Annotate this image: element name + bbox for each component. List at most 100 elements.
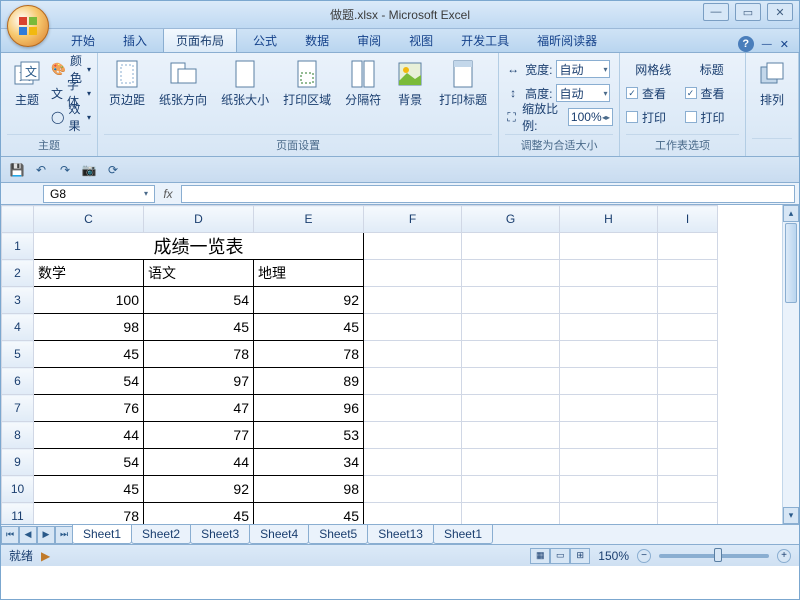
cell[interactable]: 78: [144, 341, 254, 368]
scroll-up-button[interactable]: ▴: [783, 205, 799, 222]
height-combo[interactable]: 自动▾: [556, 84, 610, 102]
row-header[interactable]: 7: [2, 395, 34, 422]
tab-home[interactable]: 开始: [59, 28, 107, 52]
cell[interactable]: 97: [144, 368, 254, 395]
tab-nav-prev[interactable]: ◀: [19, 526, 37, 544]
tab-review[interactable]: 审阅: [345, 28, 393, 52]
sheet-tab[interactable]: Sheet1: [72, 525, 132, 544]
sheet-tab[interactable]: Sheet2: [131, 525, 191, 544]
cell[interactable]: 78: [34, 503, 144, 525]
cell[interactable]: 45: [144, 503, 254, 525]
cell[interactable]: 45: [254, 503, 364, 525]
cell[interactable]: 44: [144, 449, 254, 476]
tab-nav-last[interactable]: ⏭: [55, 526, 73, 544]
name-box[interactable]: G8▾: [43, 185, 155, 203]
width-combo[interactable]: 自动▾: [556, 60, 610, 78]
close-button[interactable]: ✕: [767, 3, 793, 21]
col-header[interactable]: C: [34, 206, 144, 233]
tab-nav-next[interactable]: ▶: [37, 526, 55, 544]
cell[interactable]: 45: [254, 314, 364, 341]
vertical-scrollbar[interactable]: ▴ ▾: [782, 205, 799, 524]
scale-spinner[interactable]: 100%◂▸: [568, 108, 613, 126]
cell[interactable]: 98: [34, 314, 144, 341]
cell[interactable]: 34: [254, 449, 364, 476]
cell[interactable]: 45: [144, 314, 254, 341]
print-area-button[interactable]: 打印区域: [278, 56, 336, 111]
breaks-button[interactable]: 分隔符: [340, 56, 386, 111]
cell[interactable]: 47: [144, 395, 254, 422]
zoom-level[interactable]: 150%: [598, 549, 629, 563]
cell[interactable]: 89: [254, 368, 364, 395]
sheet-tab[interactable]: Sheet13: [367, 525, 434, 544]
cell[interactable]: 77: [144, 422, 254, 449]
cell[interactable]: 54: [34, 449, 144, 476]
col-header[interactable]: I: [658, 206, 718, 233]
tab-insert[interactable]: 插入: [111, 28, 159, 52]
spreadsheet-grid[interactable]: CDEFGHI1成绩一览表2数学语文地理31005492498454554578…: [1, 205, 799, 524]
print-titles-button[interactable]: 打印标题: [434, 56, 492, 111]
tab-foxit[interactable]: 福昕阅读器: [525, 28, 609, 52]
cell[interactable]: 100: [34, 287, 144, 314]
gridlines-view-check[interactable]: ✓查看: [626, 82, 681, 104]
tab-formulas[interactable]: 公式: [241, 28, 289, 52]
headings-print-check[interactable]: 打印: [685, 106, 740, 128]
tab-view[interactable]: 视图: [397, 28, 445, 52]
cell[interactable]: 53: [254, 422, 364, 449]
cell[interactable]: 92: [144, 476, 254, 503]
cell[interactable]: 96: [254, 395, 364, 422]
maximize-button[interactable]: ▭: [735, 3, 761, 21]
refresh-icon[interactable]: ⟳: [105, 162, 121, 178]
undo-icon[interactable]: ↶: [33, 162, 49, 178]
cell[interactable]: 45: [34, 476, 144, 503]
cell[interactable]: 成绩一览表: [34, 233, 364, 260]
sheet-tab[interactable]: Sheet1: [433, 525, 493, 544]
zoom-in-button[interactable]: +: [777, 549, 791, 563]
gridlines-print-check[interactable]: 打印: [626, 106, 681, 128]
margins-button[interactable]: 页边距: [104, 56, 150, 111]
cell[interactable]: 地理: [254, 260, 364, 287]
zoom-thumb[interactable]: [714, 548, 722, 562]
zoom-out-button[interactable]: −: [637, 549, 651, 563]
cell[interactable]: 98: [254, 476, 364, 503]
select-all-cell[interactable]: [2, 206, 34, 233]
col-header[interactable]: F: [364, 206, 462, 233]
scroll-down-button[interactable]: ▾: [783, 507, 799, 524]
redo-icon[interactable]: ↷: [57, 162, 73, 178]
arrange-button[interactable]: 排列: [752, 56, 792, 111]
page-break-view-button[interactable]: ⊞: [570, 548, 590, 564]
cell[interactable]: 语文: [144, 260, 254, 287]
row-header[interactable]: 8: [2, 422, 34, 449]
size-button[interactable]: 纸张大小: [216, 56, 274, 111]
row-header[interactable]: 1: [2, 233, 34, 260]
tab-developer[interactable]: 开发工具: [449, 28, 521, 52]
row-header[interactable]: 4: [2, 314, 34, 341]
scroll-thumb[interactable]: [785, 223, 797, 303]
save-icon[interactable]: 💾: [9, 162, 25, 178]
office-button[interactable]: [7, 5, 49, 47]
col-header[interactable]: G: [462, 206, 560, 233]
formula-input[interactable]: [181, 185, 795, 203]
row-header[interactable]: 11: [2, 503, 34, 525]
sheet-tab[interactable]: Sheet3: [190, 525, 250, 544]
row-header[interactable]: 10: [2, 476, 34, 503]
sheet-tab[interactable]: Sheet5: [308, 525, 368, 544]
minimize-button[interactable]: —: [703, 3, 729, 21]
background-button[interactable]: 背景: [390, 56, 430, 111]
page-layout-view-button[interactable]: ▭: [550, 548, 570, 564]
tab-data[interactable]: 数据: [293, 28, 341, 52]
col-header[interactable]: D: [144, 206, 254, 233]
cell[interactable]: 54: [144, 287, 254, 314]
row-header[interactable]: 5: [2, 341, 34, 368]
row-header[interactable]: 2: [2, 260, 34, 287]
sub-close-icon[interactable]: ✕: [780, 38, 789, 51]
row-header[interactable]: 9: [2, 449, 34, 476]
col-header[interactable]: H: [560, 206, 658, 233]
themes-button[interactable]: 文文 主题: [7, 56, 47, 111]
cell[interactable]: 76: [34, 395, 144, 422]
minimize-ribbon-icon[interactable]: —: [762, 39, 772, 50]
cell[interactable]: 78: [254, 341, 364, 368]
normal-view-button[interactable]: ▦: [530, 548, 550, 564]
row-header[interactable]: 6: [2, 368, 34, 395]
col-header[interactable]: E: [254, 206, 364, 233]
headings-view-check[interactable]: ✓查看: [685, 82, 740, 104]
